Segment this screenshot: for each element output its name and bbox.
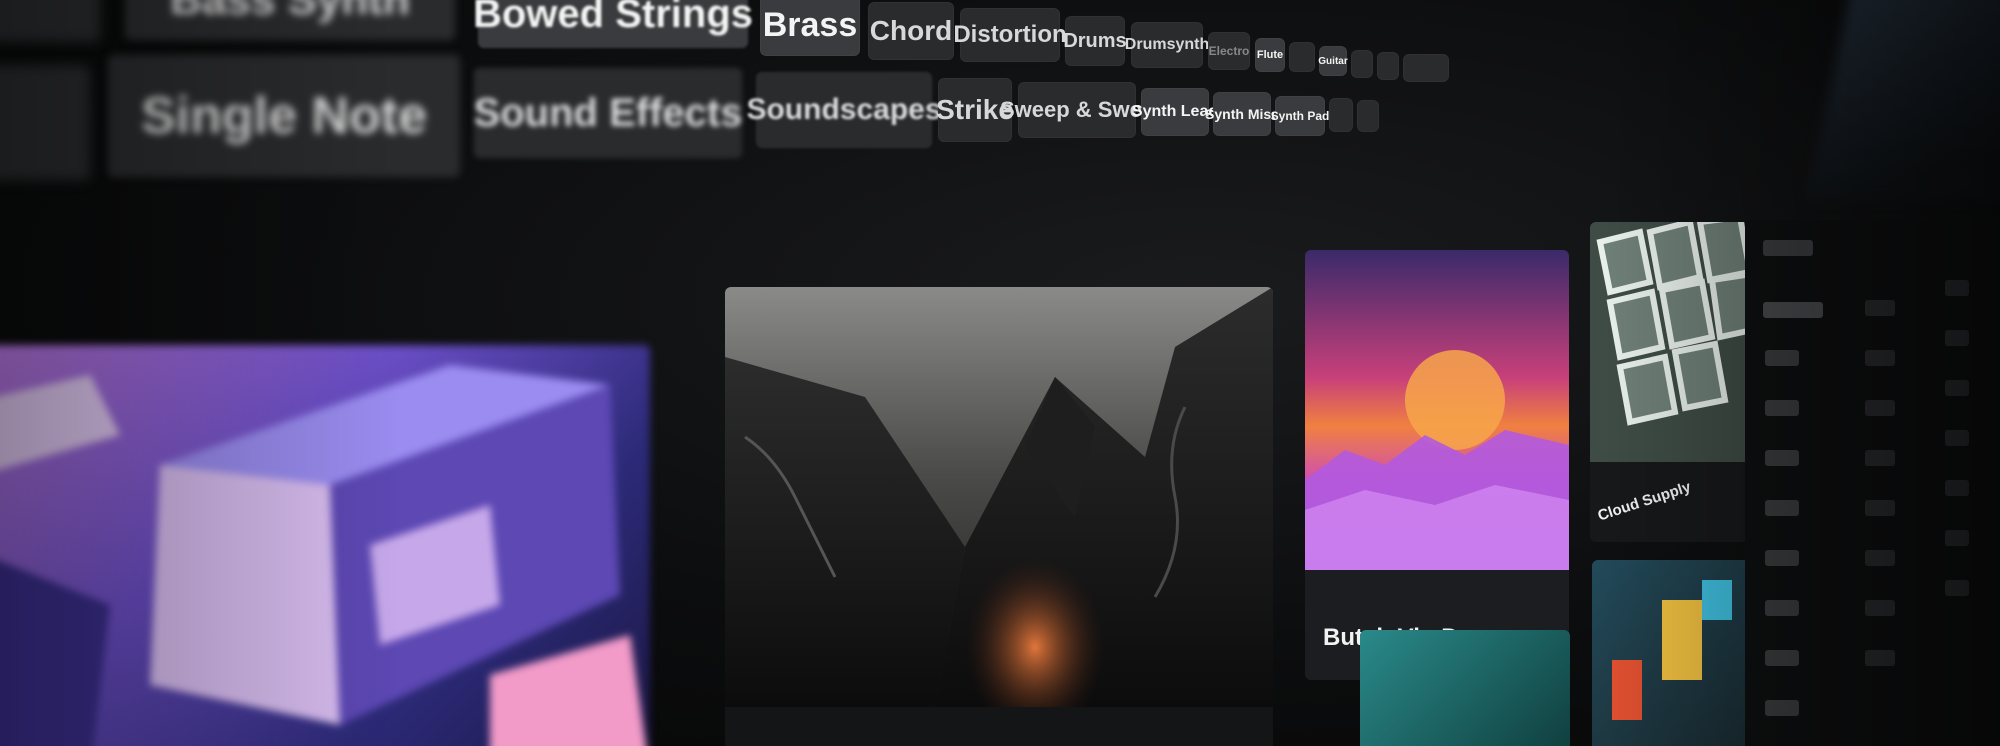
- preset-card-2[interactable]: [725, 287, 1273, 746]
- list-item[interactable]: [1865, 650, 1895, 666]
- tag-bowed-strings[interactable]: Bowed Strings: [473, 0, 753, 48]
- tag-label: Flute: [1256, 49, 1284, 61]
- card-artwork: [0, 345, 650, 746]
- tag-label: Electro: [1208, 44, 1250, 58]
- list-item[interactable]: [1865, 500, 1895, 516]
- tag-small-6[interactable]: [1357, 100, 1379, 132]
- card-artwork: [1305, 250, 1569, 570]
- tag-label: Drums: [1063, 29, 1127, 52]
- list-item[interactable]: [1865, 600, 1895, 616]
- tag-distortion[interactable]: Distortion: [953, 8, 1067, 62]
- list-item[interactable]: [1765, 450, 1799, 466]
- list-item[interactable]: [1945, 380, 1969, 396]
- sunset-artwork: [1305, 350, 1569, 570]
- tag-flute[interactable]: Flute: [1255, 38, 1285, 72]
- tag-drumsynth[interactable]: Drumsynth: [1125, 22, 1209, 68]
- list-item[interactable]: [1765, 400, 1799, 416]
- list-item[interactable]: [1945, 480, 1969, 496]
- tag-small-1[interactable]: [1289, 42, 1315, 72]
- list-item[interactable]: [1865, 400, 1895, 416]
- list-item[interactable]: [1765, 700, 1799, 716]
- card-artwork: [1590, 222, 1752, 462]
- tag-electro[interactable]: Electro: [1208, 32, 1250, 70]
- tag-label: Soundscapes: [746, 93, 942, 126]
- card-artwork: [725, 287, 1273, 737]
- tag-brass[interactable]: Brass: [760, 0, 860, 56]
- list-item[interactable]: [1865, 300, 1895, 316]
- poster-artwork: [1612, 580, 1732, 720]
- list-item[interactable]: [1765, 600, 1799, 616]
- tag-bass-synth[interactable]: Bass Synth: [125, 0, 455, 40]
- preset-card-5[interactable]: [1360, 630, 1570, 746]
- tag-label: Distortion: [953, 21, 1067, 48]
- list-item[interactable]: [1765, 550, 1799, 566]
- list-item[interactable]: [1763, 302, 1823, 318]
- screen-glare: [1806, 0, 2000, 200]
- tag-chord[interactable]: Chord: [868, 2, 954, 60]
- list-item[interactable]: [1945, 530, 1969, 546]
- tag-label: Synth Pad: [1270, 109, 1330, 123]
- preset-list-panel: [1745, 220, 2000, 746]
- list-item[interactable]: [1945, 280, 1969, 296]
- tag-small-4[interactable]: [1403, 54, 1449, 82]
- rock-artwork: [725, 287, 1273, 737]
- blocks-artwork: [0, 365, 646, 746]
- list-item[interactable]: [1865, 450, 1895, 466]
- preset-card-butch-vig-drums[interactable]: Butch Vig Drums: [1305, 250, 1569, 680]
- tag-small-2[interactable]: [1351, 50, 1373, 78]
- tag-drums[interactable]: Drums: [1063, 16, 1127, 66]
- tag-label: Bowed Strings: [472, 0, 754, 36]
- list-item[interactable]: [1945, 430, 1969, 446]
- tag-label: Chord: [869, 15, 953, 46]
- sound-browser-window: Bass Synth Bowed Strings Brass Chord Dis…: [0, 0, 2000, 746]
- list-item[interactable]: [1765, 650, 1799, 666]
- card-artwork: [1592, 560, 1752, 746]
- card-title: Cloud Supply: [1595, 478, 1693, 525]
- tag-label: Bass Synth: [170, 0, 410, 25]
- tag-label: Guitar: [1318, 55, 1348, 67]
- tag-label: Brass: [762, 5, 858, 44]
- preset-card-cloud-supply[interactable]: Cloud Supply: [1590, 222, 1752, 542]
- tag-small-3[interactable]: [1377, 52, 1399, 80]
- tag-sound-effects[interactable]: Sound Effects: [474, 68, 742, 158]
- tag-synth-misc[interactable]: Synth Misc: [1205, 92, 1279, 136]
- list-item[interactable]: [1763, 240, 1813, 256]
- tag-label: Single Note: [140, 87, 428, 145]
- tag-sweep-swell[interactable]: Sweep & Swell: [1000, 82, 1154, 138]
- list-item[interactable]: [1945, 580, 1969, 596]
- tag-guitar[interactable]: Guitar: [1318, 46, 1348, 76]
- tag-synth-lead[interactable]: Synth Lead: [1132, 88, 1218, 136]
- tag-small-5[interactable]: [1329, 98, 1353, 132]
- tag-label: Synth Misc: [1205, 106, 1279, 122]
- card-artwork: [1360, 630, 1570, 746]
- tag-soundscapes[interactable]: Soundscapes: [746, 72, 942, 148]
- tag-single-note[interactable]: Single Note: [108, 55, 460, 177]
- list-item[interactable]: [1765, 500, 1799, 516]
- tag-label: Drumsynth: [1124, 36, 1210, 53]
- tag-label: Sound Effects: [473, 90, 743, 135]
- preset-card-1[interactable]: [0, 345, 650, 746]
- grid-artwork: [1590, 222, 1752, 462]
- list-item[interactable]: [1945, 330, 1969, 346]
- preset-card-6[interactable]: [1592, 560, 1752, 746]
- list-item[interactable]: [1765, 350, 1799, 366]
- list-item[interactable]: [1865, 350, 1895, 366]
- tag-synth-pad[interactable]: Synth Pad: [1271, 96, 1329, 136]
- list-item[interactable]: [1865, 550, 1895, 566]
- tag-partial-left-2[interactable]: [0, 65, 90, 180]
- tag-partial-left[interactable]: [0, 0, 100, 42]
